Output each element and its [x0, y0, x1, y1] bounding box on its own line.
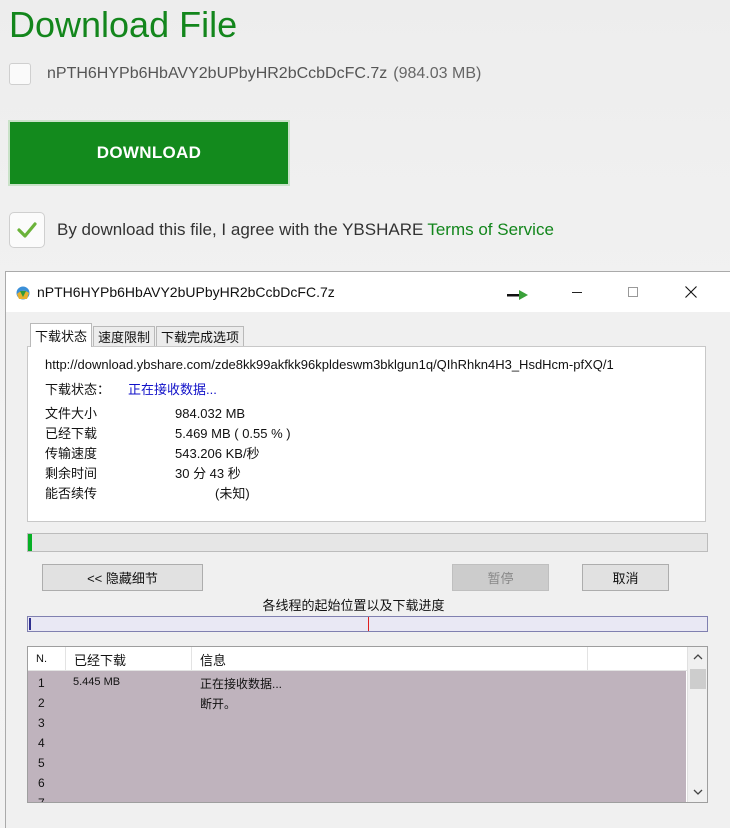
- thread-list-body: 1 5.445 MB 正在接收数据... 2 断开。 3 4 5 6 7: [28, 671, 686, 802]
- progress-fill: [28, 534, 32, 551]
- detail-file-size: 文件大小 984.032 MB: [45, 403, 245, 422]
- cell-number: 4: [38, 736, 45, 750]
- dialog-tabs: 下载状态 速度限制 下载完成选项: [30, 322, 245, 347]
- hide-details-button[interactable]: << 隐藏细节: [42, 564, 203, 591]
- detail-transfer-rate: 传输速度 543.206 KB/秒: [45, 443, 260, 462]
- download-button[interactable]: DOWNLOAD: [8, 120, 290, 186]
- close-button[interactable]: [668, 272, 714, 312]
- table-row[interactable]: 1 5.445 MB 正在接收数据...: [28, 673, 686, 693]
- maximize-icon: [628, 287, 638, 297]
- cancel-button[interactable]: 取消: [582, 564, 669, 591]
- detail-value: 543.206 KB/秒: [175, 446, 260, 461]
- download-progress-bar: [27, 533, 708, 552]
- detail-value: (未知): [215, 486, 250, 501]
- file-row: nPTH6HYPb6HbAVY2bUPbyHR2bCcbDcFC.7z (984…: [9, 62, 481, 86]
- thread-list-scrollbar[interactable]: [687, 647, 707, 802]
- detail-label: 剩余时间: [45, 466, 98, 481]
- detail-label: 已经下载: [45, 426, 98, 441]
- idm-icon: [16, 286, 30, 300]
- dialog-title: nPTH6HYPb6HbAVY2bUPbyHR2bCcbDcFC.7z: [37, 284, 335, 300]
- minimize-icon: [572, 291, 582, 293]
- status-value: 正在接收数据...: [128, 382, 217, 397]
- file-name: nPTH6HYPb6HbAVY2bUPbyHR2bCcbDcFC.7z: [47, 65, 388, 82]
- table-row[interactable]: 3: [28, 713, 686, 733]
- table-row[interactable]: 7: [28, 793, 686, 803]
- detail-label: 能否续传: [45, 486, 98, 501]
- chevron-up-icon: [693, 654, 702, 660]
- checkmark-icon: [17, 222, 37, 238]
- thread-position-marker: [368, 617, 369, 631]
- detail-label: 传输速度: [45, 446, 98, 461]
- agree-text: By download this file, I agree with the …: [57, 220, 424, 239]
- scrollbar-thumb[interactable]: [690, 669, 706, 689]
- tab-speed-limit[interactable]: 速度限制: [93, 326, 156, 346]
- cell-info: 正在接收数据...: [200, 677, 283, 691]
- status-label: 下载状态：: [45, 382, 111, 397]
- cell-number: 1: [38, 676, 45, 690]
- cell-number: 3: [38, 716, 45, 730]
- table-row[interactable]: 6: [28, 773, 686, 793]
- cell-info: 断开。: [200, 697, 237, 711]
- arrow-right-icon: [507, 290, 528, 300]
- chevron-down-icon: [693, 789, 702, 795]
- close-icon: [685, 286, 697, 298]
- tab-download-status[interactable]: 下载状态: [30, 323, 93, 347]
- download-url: http://download.ybshare.com/zde8kk99akfk…: [45, 357, 614, 372]
- cell-number: 5: [38, 756, 45, 770]
- thread-list-header: N. 已经下载 信息: [28, 647, 688, 671]
- detail-downloaded: 已经下载 5.469 MB ( 0.55 % ): [45, 423, 291, 442]
- pause-button[interactable]: 暂停: [452, 564, 549, 591]
- detail-label: 文件大小: [45, 406, 98, 421]
- detail-value: 5.469 MB ( 0.55 % ): [175, 426, 291, 441]
- agree-checkbox[interactable]: [9, 212, 45, 248]
- status-panel: http://download.ybshare.com/zde8kk99akfk…: [27, 346, 706, 522]
- cell-number: 6: [38, 776, 45, 790]
- detail-value: 30 分 43 秒: [175, 466, 241, 481]
- cell-downloaded: 5.445 MB: [73, 676, 121, 688]
- thread-start-marker: [29, 618, 31, 630]
- detail-value: 984.032 MB: [175, 406, 246, 421]
- cell-number: 2: [38, 696, 45, 710]
- table-row[interactable]: 2 断开。: [28, 693, 686, 713]
- agree-row: By download this file, I agree with the …: [9, 212, 554, 248]
- minimize-button[interactable]: [554, 272, 600, 312]
- file-size: (984.03 MB): [393, 65, 482, 82]
- tab-completion-options[interactable]: 下载完成选项: [156, 326, 245, 346]
- thread-list: N. 已经下载 信息 1 5.445 MB 正在接收数据... 2 断开。 3 …: [27, 646, 708, 803]
- file-checkbox[interactable]: [9, 63, 31, 85]
- terms-of-service-link[interactable]: Terms of Service: [427, 220, 554, 240]
- column-header-number[interactable]: N.: [28, 647, 66, 671]
- download-dialog: nPTH6HYPb6HbAVY2bUPbyHR2bCcbDcFC.7z 下载状态…: [5, 271, 730, 828]
- table-row[interactable]: 4: [28, 733, 686, 753]
- column-header-downloaded[interactable]: 已经下载: [66, 647, 192, 671]
- status-row: 下载状态： 正在接收数据...: [45, 379, 217, 398]
- detail-resume-capability: 能否续传 (未知): [45, 483, 250, 502]
- thread-progress-bar: [27, 616, 708, 632]
- maximize-button[interactable]: [610, 272, 656, 312]
- page-title: Download File: [9, 4, 238, 45]
- table-row[interactable]: 5: [28, 753, 686, 773]
- column-header-info[interactable]: 信息: [192, 647, 588, 671]
- thread-progress-caption: 各线程的起始位置以及下载进度: [262, 598, 445, 613]
- detail-time-left: 剩余时间 30 分 43 秒: [45, 463, 241, 482]
- scroll-up-button[interactable]: [688, 647, 707, 667]
- scroll-down-button[interactable]: [688, 782, 707, 802]
- dialog-titlebar[interactable]: nPTH6HYPb6HbAVY2bUPbyHR2bCcbDcFC.7z: [6, 272, 730, 312]
- cell-number: 7: [38, 796, 45, 803]
